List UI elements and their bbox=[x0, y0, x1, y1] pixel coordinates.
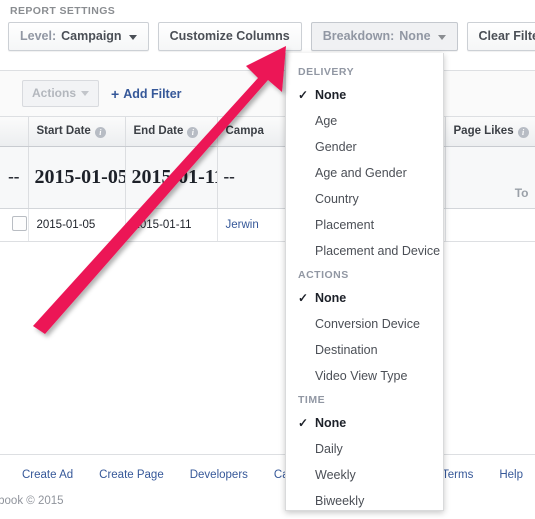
breakdown-button[interactable]: Breakdown: None bbox=[310, 22, 458, 51]
menu-item-actions-destination[interactable]: Destination bbox=[286, 337, 443, 363]
table-totals-row: -- 2015-01-05 2015-01-11 -- To bbox=[0, 146, 535, 209]
totals-page-likes-cell: To bbox=[445, 146, 535, 209]
actions-button[interactable]: Actions bbox=[22, 80, 100, 107]
app-root: REPORT SETTINGS Level: Campaign Customiz… bbox=[0, 0, 535, 519]
menu-item-label: Video View Type bbox=[315, 369, 408, 383]
info-icon[interactable]: i bbox=[187, 127, 199, 139]
dropdown-group-title: TIME bbox=[298, 394, 326, 406]
footer-link-create-page[interactable]: Create Page bbox=[99, 469, 164, 481]
dropdown-group-title: DELIVERY bbox=[298, 66, 355, 78]
totals-end-date-cell: 2015-01-11 bbox=[125, 146, 218, 209]
column-header-page-likes[interactable]: Page Likes i bbox=[445, 117, 535, 147]
level-button[interactable]: Level: Campaign bbox=[8, 22, 149, 51]
table-row[interactable]: 2015-01-05 2015-01-11 Jerwin bbox=[0, 208, 535, 242]
footer-right-links: Terms Help bbox=[442, 469, 523, 481]
row-start-date-cell: 2015-01-05 bbox=[28, 208, 126, 242]
level-button-prefix: Level: bbox=[20, 29, 57, 43]
menu-item-actions-none[interactable]: ✓ None bbox=[286, 285, 443, 311]
footer-link-help[interactable]: Help bbox=[499, 469, 523, 481]
footer-link-terms[interactable]: Terms bbox=[442, 469, 473, 481]
totals-start-date-cell: 2015-01-05 bbox=[28, 146, 126, 209]
column-header-select[interactable] bbox=[0, 117, 29, 147]
column-header-label: Campa bbox=[225, 125, 264, 138]
breakdown-dropdown-menu[interactable]: DELIVERY ✓ None Age Gender Age and Gende… bbox=[285, 53, 444, 511]
footer-link-create-ad[interactable]: Create Ad bbox=[22, 469, 73, 481]
clear-filters-label: Clear Filters bbox=[478, 29, 535, 43]
check-icon: ✓ bbox=[298, 88, 309, 102]
menu-item-label: None bbox=[315, 416, 347, 430]
dropdown-group-title: ACTIONS bbox=[298, 269, 349, 281]
info-icon[interactable]: i bbox=[94, 127, 106, 139]
footer-copyright: cebook © 2015 bbox=[0, 495, 64, 507]
chevron-down-icon bbox=[437, 34, 446, 40]
menu-item-label: Gender bbox=[315, 140, 357, 154]
chevron-down-icon bbox=[81, 90, 90, 96]
actions-button-label: Actions bbox=[32, 86, 77, 100]
menu-item-label: Weekly bbox=[315, 468, 356, 482]
breakdown-button-value: None bbox=[399, 29, 431, 43]
menu-item-label: Country bbox=[315, 192, 359, 206]
menu-item-label: None bbox=[315, 291, 347, 305]
row-end-date-cell: 2015-01-11 bbox=[125, 208, 218, 242]
menu-item-delivery-none[interactable]: ✓ None bbox=[286, 82, 443, 108]
check-icon: ✓ bbox=[298, 291, 309, 305]
menu-item-label: Age bbox=[315, 114, 338, 128]
add-filter-label: Add Filter bbox=[123, 86, 182, 101]
menu-item-delivery-age-and-gender[interactable]: Age and Gender bbox=[286, 160, 443, 186]
menu-item-actions-video-view-type[interactable]: Video View Type bbox=[286, 363, 443, 389]
clear-filters-button[interactable]: Clear Filters bbox=[466, 22, 535, 51]
level-button-value: Campaign bbox=[61, 29, 122, 43]
menu-item-label: Biweekly bbox=[315, 494, 365, 508]
menu-item-time-daily[interactable]: Daily bbox=[286, 436, 443, 462]
check-icon: ✓ bbox=[298, 416, 309, 430]
report-settings-label: REPORT SETTINGS bbox=[10, 5, 116, 17]
menu-item-time-none[interactable]: ✓ None bbox=[286, 410, 443, 436]
dropdown-group-delivery: DELIVERY ✓ None Age Gender Age and Gende… bbox=[286, 61, 443, 264]
menu-item-label: Placement bbox=[315, 218, 375, 232]
column-header-label: Start Date bbox=[36, 125, 91, 138]
column-header-end-date[interactable]: End Date i bbox=[125, 117, 218, 147]
menu-item-label: Destination bbox=[315, 343, 378, 357]
totals-select-cell: -- bbox=[0, 146, 29, 209]
menu-item-label: Conversion Device bbox=[315, 317, 420, 331]
column-header-label: End Date bbox=[133, 125, 184, 138]
menu-item-label: Age and Gender bbox=[315, 166, 407, 180]
add-filter-button[interactable]: + Add Filter bbox=[111, 87, 182, 101]
info-icon[interactable]: i bbox=[517, 127, 529, 139]
dropdown-group-time: TIME ✓ None Daily Weekly Biweekly Monthl… bbox=[286, 389, 443, 510]
row-checkbox[interactable] bbox=[12, 215, 27, 231]
column-header-label: Page Likes bbox=[453, 125, 514, 138]
menu-item-delivery-placement-and-device[interactable]: Placement and Device bbox=[286, 238, 443, 264]
menu-item-delivery-placement[interactable]: Placement bbox=[286, 212, 443, 238]
dropdown-group-actions: ACTIONS ✓ None Conversion Device Destina… bbox=[286, 264, 443, 389]
row-checkbox-cell[interactable] bbox=[0, 208, 29, 242]
report-settings-toolbar: Level: Campaign Customize Columns Breakd… bbox=[8, 22, 535, 51]
menu-item-delivery-age[interactable]: Age bbox=[286, 108, 443, 134]
plus-icon: + bbox=[111, 85, 120, 102]
row-page-likes-cell bbox=[445, 208, 535, 242]
report-table: Start Date i End Date i Campa Page Likes i … bbox=[0, 117, 535, 242]
menu-item-time-biweekly[interactable]: Biweekly bbox=[286, 488, 443, 510]
footer-link-developers[interactable]: Developers bbox=[190, 469, 248, 481]
menu-item-actions-conversion-device[interactable]: Conversion Device bbox=[286, 311, 443, 337]
customize-columns-label: Customize Columns bbox=[169, 29, 290, 43]
menu-item-time-weekly[interactable]: Weekly bbox=[286, 462, 443, 488]
customize-columns-button[interactable]: Customize Columns bbox=[157, 22, 302, 51]
breakdown-button-prefix: Breakdown: bbox=[322, 29, 395, 43]
panel-toolbar: Actions + Add Filter bbox=[0, 71, 535, 117]
menu-item-label: Daily bbox=[315, 442, 343, 456]
menu-item-delivery-country[interactable]: Country bbox=[286, 186, 443, 212]
table-header-row: Start Date i End Date i Campa Page Likes i bbox=[0, 117, 535, 147]
column-header-start-date[interactable]: Start Date i bbox=[28, 117, 126, 147]
menu-item-delivery-gender[interactable]: Gender bbox=[286, 134, 443, 160]
menu-item-label: Placement and Device bbox=[315, 244, 441, 258]
footer-links: out Create Ad Create Page Developers Ca bbox=[0, 469, 289, 481]
menu-item-label: None bbox=[315, 88, 347, 102]
report-panel: Actions + Add Filter Start Date i End Da… bbox=[0, 70, 535, 455]
chevron-down-icon bbox=[128, 34, 137, 40]
